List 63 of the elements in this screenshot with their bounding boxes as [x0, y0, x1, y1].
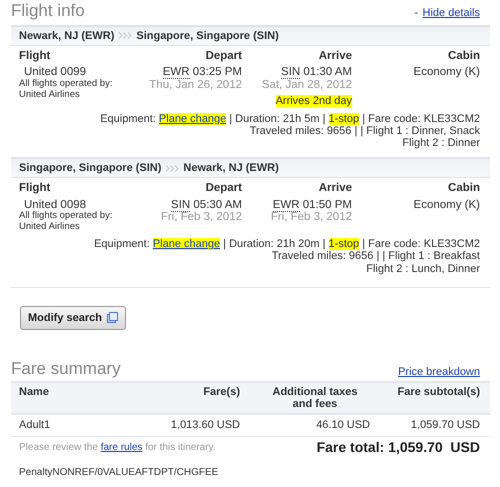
flight-number: United 0099 [23, 66, 86, 79]
stops-highlight: 1-stop [328, 238, 360, 250]
cabin-class: Economy (K) [414, 198, 480, 212]
table-cell: 1,059.70 USD [380, 415, 490, 437]
column-header: Additional taxes and fees [250, 381, 380, 416]
flight-number: United 0098 [23, 198, 86, 211]
section-title: Fare summary [11, 360, 121, 378]
depart-time: EWR 03:25 PM [162, 66, 242, 80]
duration-text: | Duration: 21h 20m | [223, 238, 326, 250]
route-destination: Newark, NJ (EWR) [183, 162, 279, 174]
popup-window-icon [106, 312, 118, 324]
duration-text: | Duration: 21h 5m | [229, 112, 326, 125]
route-origin: Newark, NJ (EWR) [19, 30, 114, 42]
stops-highlight: 1-stop [328, 112, 360, 125]
cabin-class: Economy (K) [414, 66, 480, 80]
route-origin: Singapore, Singapore (SIN) [19, 162, 162, 174]
column-header: Depart [204, 50, 242, 64]
table-cell: 46.10 USD [250, 415, 380, 437]
column-header: Cabin [447, 182, 480, 196]
table-cell: 1,013.60 USD [140, 415, 250, 437]
column-header: Name [11, 381, 140, 416]
depart-date: Thu, Jan 26, 2012 [149, 79, 242, 92]
route-destination: Singapore, Singapore (SIN) [136, 30, 279, 42]
miles-meals-text: Traveled miles: 9656 | | Flight 1 : Dinner, Snack [250, 124, 480, 137]
column-header: Flight [19, 50, 52, 64]
fare-code-text: | Fare code: KLE33CM2 [362, 112, 480, 125]
section-title: Flight info [11, 2, 85, 21]
operated-by-label: All flights operated by: [19, 79, 112, 90]
equipment-label: Equipment: [100, 112, 156, 125]
table-cell: Adult1 [11, 415, 140, 437]
column-header: Depart [204, 182, 242, 196]
equipment-label: Equipment: [94, 238, 150, 250]
column-header: Cabin [447, 50, 480, 64]
column-header: Flight [19, 182, 52, 196]
modify-search-button[interactable]: Modify search [20, 306, 126, 330]
depart-date: Fri, Feb 3, 2012 [160, 211, 242, 224]
arrive-date: Sat, Jan 28, 2012 [262, 79, 352, 92]
fare-code-text: | Fare code: KLE33CM2 [362, 238, 480, 250]
arrive-date: Fri, Feb 3, 2012 [270, 211, 352, 224]
plane-change-link[interactable]: Plane change [152, 238, 220, 250]
fare-rules-link[interactable]: fare rules [100, 442, 142, 453]
plane-change-link[interactable]: Plane change [158, 112, 226, 125]
operated-by-label: All flights operated by: [19, 211, 112, 222]
column-header: Fare(s) [140, 381, 250, 416]
depart-time: SIN 05:30 AM [171, 198, 242, 212]
operator-name: United Airlines [19, 90, 80, 100]
column-header: Arrive [318, 182, 352, 196]
penalty-text: PenaltyNONREF/0VALUEAFTDPT/CHGFEE [19, 466, 218, 478]
toggle-dash: - [414, 7, 418, 20]
miles-meals-text: Traveled miles: 9656 | | Flight 1 : Breakfast [272, 250, 480, 263]
meals-text: Flight 2 : Dinner [402, 136, 480, 150]
hide-details-link[interactable]: Hide details [422, 7, 480, 20]
arrive-time: SIN 01:30 AM [281, 66, 352, 80]
chevrons-icon [118, 32, 132, 40]
column-header: Fare subtotal(s) [380, 381, 490, 416]
price-breakdown-link[interactable]: Price breakdown [398, 366, 480, 378]
meals-text: Flight 2 : Lunch, Dinner [366, 262, 480, 275]
fare-total: Fare total: 1,059.70 USD [316, 440, 480, 455]
arrive-time: EWR 01:50 PM [272, 198, 352, 212]
fare-rules-note: Please review the fare rules for this itinerary. [19, 442, 216, 453]
operator-name: United Airlines [19, 222, 80, 232]
column-header: Arrive [318, 50, 352, 64]
chevrons-icon [165, 164, 180, 172]
